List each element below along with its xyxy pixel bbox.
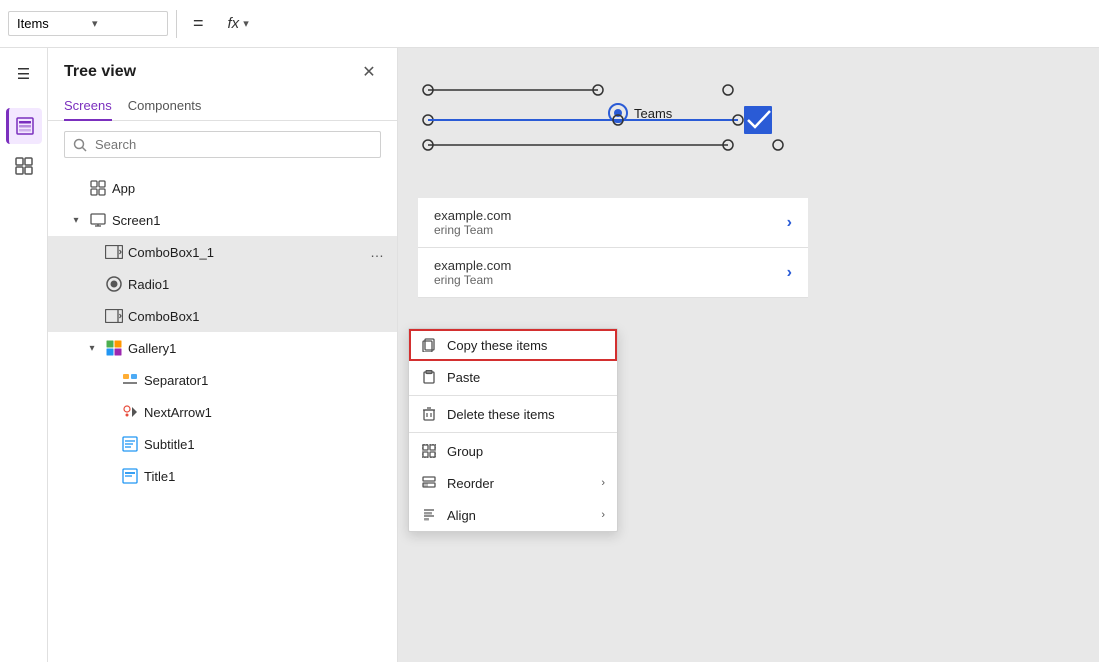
grid-icon	[15, 157, 33, 175]
svg-text:Teams: Teams	[634, 106, 673, 121]
items-selector[interactable]: Items ▾	[8, 11, 168, 36]
screen1-chevron: ▾	[68, 212, 84, 228]
list-text-1: example.com ering Team	[434, 208, 779, 237]
gallery1-icon	[104, 338, 124, 358]
tree-item-combobox1[interactable]: ▶ ComboBox1	[48, 300, 397, 332]
title1-icon	[120, 466, 140, 486]
context-group-label: Group	[447, 444, 483, 459]
gallery1-chevron: ▾	[84, 340, 100, 356]
app-icon	[88, 178, 108, 198]
canvas-list: example.com ering Team › example.com eri…	[418, 198, 808, 298]
radio1-icon	[104, 274, 124, 294]
align-icon	[421, 507, 437, 523]
selection-handles-svg: Teams	[418, 75, 808, 175]
tree-item-title1[interactable]: ▶ Title1	[48, 460, 397, 492]
combobox1-1-label: ComboBox1_1	[128, 245, 361, 260]
list-chevron-1: ›	[787, 214, 792, 232]
tree-header: Tree view ✕	[48, 48, 397, 92]
align-arrow-icon: ›	[601, 509, 605, 521]
context-menu-group[interactable]: Group	[409, 435, 617, 467]
list-title-1: example.com	[434, 208, 779, 223]
context-menu-align[interactable]: Align ›	[409, 499, 617, 531]
reorder-icon	[421, 475, 437, 491]
title1-label: Title1	[144, 469, 389, 484]
search-icon	[73, 138, 87, 152]
separator1-icon	[120, 370, 140, 390]
selector-dropdown-icon: ▾	[92, 17, 159, 30]
context-copy-label: Copy these items	[447, 338, 547, 353]
tree-item-radio1[interactable]: ▶ Radio1	[48, 268, 397, 300]
tree-item-separator1[interactable]: ▶ Separator1	[48, 364, 397, 396]
fx-dropdown-icon: ▾	[243, 17, 249, 30]
combobox1-label: ComboBox1	[128, 309, 389, 324]
tree-close-button[interactable]: ✕	[357, 60, 381, 84]
context-reorder-label: Reorder	[447, 476, 494, 491]
tree-content: ▶ App ▾	[48, 168, 397, 662]
reorder-arrow-icon: ›	[601, 477, 605, 489]
screen-icon	[88, 210, 108, 230]
app-label: App	[112, 181, 389, 196]
tab-screens[interactable]: Screens	[64, 92, 112, 121]
context-menu-copy[interactable]: Copy these items	[409, 329, 617, 361]
context-menu: Copy these items Paste	[408, 328, 618, 532]
nextarrow1-label: NextArrow1	[144, 405, 389, 420]
context-paste-label: Paste	[447, 370, 480, 385]
combobox1-1-more-button[interactable]: …	[365, 240, 389, 264]
fx-button[interactable]: fx ▾	[220, 15, 257, 32]
context-menu-delete[interactable]: Delete these items	[409, 398, 617, 430]
context-menu-divider2	[409, 432, 617, 433]
subtitle1-icon	[120, 434, 140, 454]
tree-item-combobox1-1[interactable]: ▶ ComboBox1_1 …	[48, 236, 397, 268]
insert-button[interactable]	[6, 148, 42, 184]
tree-tabs: Screens Components	[48, 92, 397, 121]
gallery1-label: Gallery1	[128, 341, 389, 356]
tab-components[interactable]: Components	[128, 92, 202, 121]
top-bar: Items ▾ = fx ▾	[0, 0, 1099, 48]
paste-icon	[421, 369, 437, 385]
copy-icon	[421, 337, 437, 353]
tree-search-box[interactable]	[64, 131, 381, 158]
tree-item-app[interactable]: ▶ App	[48, 172, 397, 204]
separator1-label: Separator1	[144, 373, 389, 388]
context-delete-label: Delete these items	[447, 407, 555, 422]
tree-item-nextarrow1[interactable]: ▶ NextArrow1	[48, 396, 397, 428]
tree-item-gallery1[interactable]: ▾ Gallery1	[48, 332, 397, 364]
context-align-label: Align	[447, 508, 476, 523]
group-icon	[421, 443, 437, 459]
tree-item-screen1[interactable]: ▾ Screen1	[48, 204, 397, 236]
list-sub-1: ering Team	[434, 223, 779, 237]
context-menu-reorder[interactable]: Reorder ›	[409, 467, 617, 499]
main-layout: ☰ Tree view ✕	[0, 48, 1099, 662]
tree-panel: Tree view ✕ Screens Components	[48, 48, 398, 662]
list-sub-2: ering Team	[434, 273, 779, 287]
tree-item-subtitle1[interactable]: ▶ Subtitle1	[48, 428, 397, 460]
fx-label: fx	[228, 15, 240, 32]
list-title-2: example.com	[434, 258, 779, 273]
context-menu-paste[interactable]: Paste	[409, 361, 617, 393]
selection-top-line: Teams	[418, 110, 808, 112]
nextarrow1-icon	[120, 402, 140, 422]
tree-view-button[interactable]	[6, 108, 42, 144]
list-chevron-2: ›	[787, 264, 792, 282]
delete-icon	[421, 406, 437, 422]
icon-rail: ☰	[0, 48, 48, 662]
hamburger-menu-button[interactable]: ☰	[6, 56, 42, 92]
list-text-2: example.com ering Team	[434, 258, 779, 287]
tree-panel-title: Tree view	[64, 63, 136, 81]
subtitle1-label: Subtitle1	[144, 437, 389, 452]
items-selector-label: Items	[17, 16, 84, 31]
canvas-list-item-2[interactable]: example.com ering Team ›	[418, 248, 808, 298]
context-menu-divider1	[409, 395, 617, 396]
combobox1-icon	[104, 306, 124, 326]
layers-icon	[16, 117, 34, 135]
search-input[interactable]	[95, 137, 372, 152]
topbar-divider	[176, 10, 177, 38]
equals-icon: =	[193, 13, 204, 34]
fx-bar[interactable]: =	[185, 13, 212, 34]
canvas-list-item-1[interactable]: example.com ering Team ›	[418, 198, 808, 248]
radio1-label: Radio1	[128, 277, 389, 292]
combobox1-1-icon	[104, 242, 124, 262]
screen1-label: Screen1	[112, 213, 389, 228]
